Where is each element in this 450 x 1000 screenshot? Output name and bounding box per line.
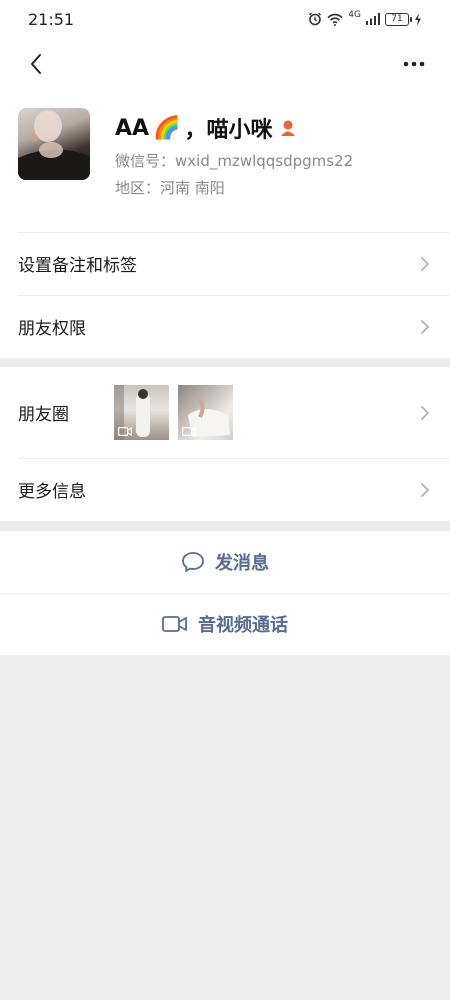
more-button[interactable] — [396, 46, 432, 82]
voice-video-call-label: 音视频通话 — [198, 615, 288, 636]
region: 地区：河南 南阳 — [115, 179, 225, 197]
chevron-right-icon — [421, 405, 430, 420]
status-bar: 21:51 4G 71 — [0, 0, 450, 38]
moments-section: 朋友圈 更多信息 — [0, 367, 450, 521]
chat-bubble-icon — [182, 552, 204, 572]
wechat-id: 微信号：wxid_mzwlqqsdpgms22 — [115, 152, 354, 170]
moments-row[interactable]: 朋友圈 — [0, 367, 450, 458]
chevron-right-icon — [421, 256, 430, 271]
charging-icon — [415, 12, 421, 26]
chevron-right-icon — [421, 482, 430, 497]
signal-icon — [366, 13, 380, 25]
video-camera-icon — [162, 616, 187, 632]
avatar-photo — [18, 110, 90, 180]
actions-section: 发消息 音视频通话 — [0, 531, 450, 655]
nav-bar — [0, 38, 450, 90]
remark-tags-row[interactable]: 设置备注和标签 — [0, 232, 450, 295]
more-info-label: 更多信息 — [18, 482, 86, 502]
name-prefix: AA — [115, 115, 150, 141]
send-message-button[interactable]: 发消息 — [0, 531, 450, 593]
network-type: 4G — [348, 10, 361, 20]
status-time: 21:51 — [28, 9, 75, 29]
video-icon — [118, 427, 132, 436]
send-message-label: 发消息 — [215, 553, 269, 574]
profile-header: AA 🌈 ，喵小咪 微信号：wxid_mzwlqqsdpgms22 地区：河南 … — [0, 90, 450, 232]
avatar[interactable] — [18, 108, 90, 180]
female-gender-icon — [281, 120, 296, 136]
battery-level: 71 — [391, 13, 403, 24]
friend-permissions-label: 朋友权限 — [18, 319, 86, 339]
contact-name: AA 🌈 ，喵小咪 — [115, 112, 296, 144]
settings-section: 设置备注和标签 朋友权限 — [0, 232, 450, 358]
moments-thumbnails — [114, 385, 233, 440]
voice-video-call-button[interactable]: 音视频通话 — [0, 593, 450, 655]
wifi-icon — [327, 13, 343, 26]
more-dots-icon — [403, 61, 425, 67]
status-icons: 4G 71 — [308, 10, 422, 26]
remark-tags-label: 设置备注和标签 — [18, 256, 137, 276]
video-icon — [182, 427, 196, 436]
moments-thumbnail[interactable] — [178, 385, 233, 440]
moments-thumbnail[interactable] — [114, 385, 169, 440]
moments-label: 朋友圈 — [18, 405, 69, 425]
battery-icon: 71 — [385, 12, 412, 26]
back-button[interactable] — [18, 46, 54, 82]
chevron-right-icon — [421, 319, 430, 334]
more-info-row[interactable]: 更多信息 — [0, 458, 450, 521]
rainbow-emoji: 🌈 — [153, 115, 181, 141]
chevron-left-icon — [31, 54, 41, 74]
friend-permissions-row[interactable]: 朋友权限 — [0, 295, 450, 358]
name-suffix: ，喵小咪 — [184, 118, 273, 143]
alarm-icon — [309, 12, 322, 26]
